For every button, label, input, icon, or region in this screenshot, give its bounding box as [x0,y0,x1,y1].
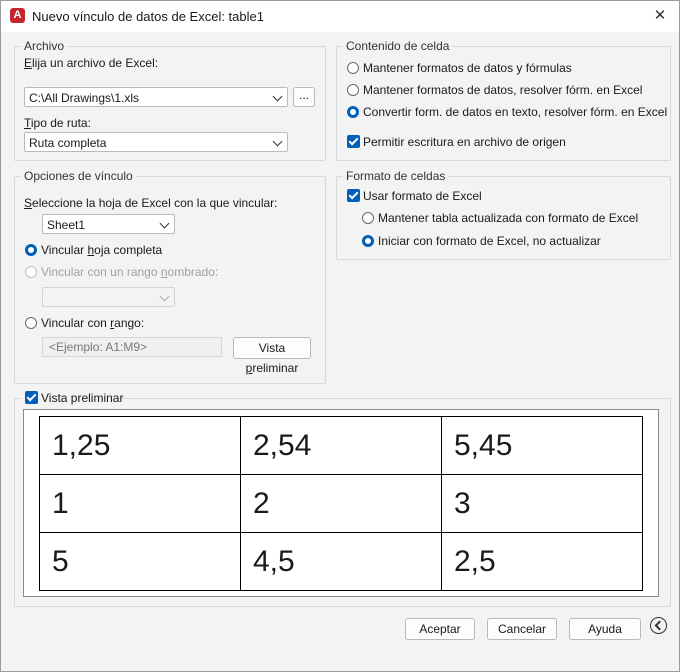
keep-updated-radio[interactable] [362,212,374,224]
table-cell: 5 [39,532,241,591]
use-excel-format-checkbox[interactable] [347,189,360,202]
table-cell: 5,45 [441,416,643,475]
sheet-combo[interactable]: Sheet1 [42,214,175,234]
table-row: 1 2 3 [39,474,643,533]
path-type-combo[interactable]: Ruta completa [24,132,288,152]
path-type-value: Ruta completa [29,136,107,150]
chevron-down-icon [272,136,283,147]
preview-button[interactable]: Vista preliminar [233,337,311,375]
convert-to-text-radio[interactable] [347,106,359,118]
table-cell: 2 [240,474,442,533]
collapse-arrow-icon[interactable] [650,617,667,634]
link-whole-sheet-radio[interactable] [25,244,37,256]
table-row: 1,25 2,54 5,45 [39,416,643,475]
archivo-group-title: Archivo [21,39,68,53]
select-sheet-label: Seleccione la hoja de Excel con la que v… [24,196,278,210]
range-input[interactable]: <Ejemplo: A1:M9> [42,337,222,357]
browse-button[interactable]: ... [293,87,315,107]
table-cell: 2,54 [240,416,442,475]
keep-formats-formulas-radio[interactable] [347,62,359,74]
formato-group-title: Formato de celdas [343,169,449,183]
convert-to-text-label: Convertir form. de datos en texto, resol… [363,105,668,119]
help-button[interactable]: Ayuda [569,618,641,640]
table-cell: 3 [441,474,643,533]
table-cell: 4,5 [240,532,442,591]
link-whole-sheet-label: Vincular hoja completa [41,243,163,257]
table-cell: 2,5 [441,532,643,591]
chevron-down-icon [159,218,170,229]
opciones-group-title: Opciones de vínculo [21,169,136,183]
title-bar: A Nuevo vínculo de datos de Excel: table… [1,1,679,32]
link-range-radio[interactable] [25,317,37,329]
start-excel-format-label: Iniciar con formato de Excel, no actuali… [378,234,601,248]
dialog-window: A Nuevo vínculo de datos de Excel: table… [0,0,680,672]
named-range-combo[interactable] [42,287,175,307]
keep-updated-label: Mantener tabla actualizada con formato d… [378,211,639,225]
contenido-group-title: Contenido de celda [343,39,453,53]
use-excel-format-label: Usar formato de Excel [363,189,482,203]
start-excel-format-radio[interactable] [362,235,374,247]
accept-button[interactable]: Aceptar [405,618,475,640]
sheet-value: Sheet1 [47,218,86,232]
link-named-range-label: Vincular con un rango nombrado: [41,265,219,279]
keep-formats-resolve-label: Mantener formatos de datos, resolver fór… [363,83,643,97]
file-path-combo[interactable]: C:\All Drawings\1.xls [24,87,288,107]
chevron-down-icon [272,91,283,102]
preview-pane: 1,25 2,54 5,45 1 2 3 5 4,5 2,5 [23,409,659,597]
cancel-button[interactable]: Cancelar [487,618,557,640]
chevron-down-icon [159,291,170,302]
allow-write-checkbox[interactable] [347,135,360,148]
autocad-app-icon: A [10,8,25,23]
table-cell: 1 [39,474,241,533]
keep-formats-resolve-radio[interactable] [347,84,359,96]
keep-formats-formulas-label: Mantener formatos de datos y fórmulas [363,61,572,75]
preview-checkbox[interactable] [25,391,38,404]
preview-table: 1,25 2,54 5,45 1 2 3 5 4,5 2,5 [39,416,643,591]
link-range-label: Vincular con rango: [41,316,145,330]
link-named-range-radio[interactable] [25,266,37,278]
choose-file-label: Elija un archivo de Excel: [24,56,159,70]
allow-write-label: Permitir escritura en archivo de origen [363,135,566,149]
path-type-label: Tipo de ruta: [24,116,91,130]
window-title: Nuevo vínculo de datos de Excel: table1 [32,9,264,24]
table-row: 5 4,5 2,5 [39,532,643,591]
preview-checkbox-label: Vista preliminar [41,391,124,405]
close-button[interactable]: ✕ [649,5,671,27]
file-path-value: C:\All Drawings\1.xls [29,91,140,105]
table-cell: 1,25 [39,416,241,475]
